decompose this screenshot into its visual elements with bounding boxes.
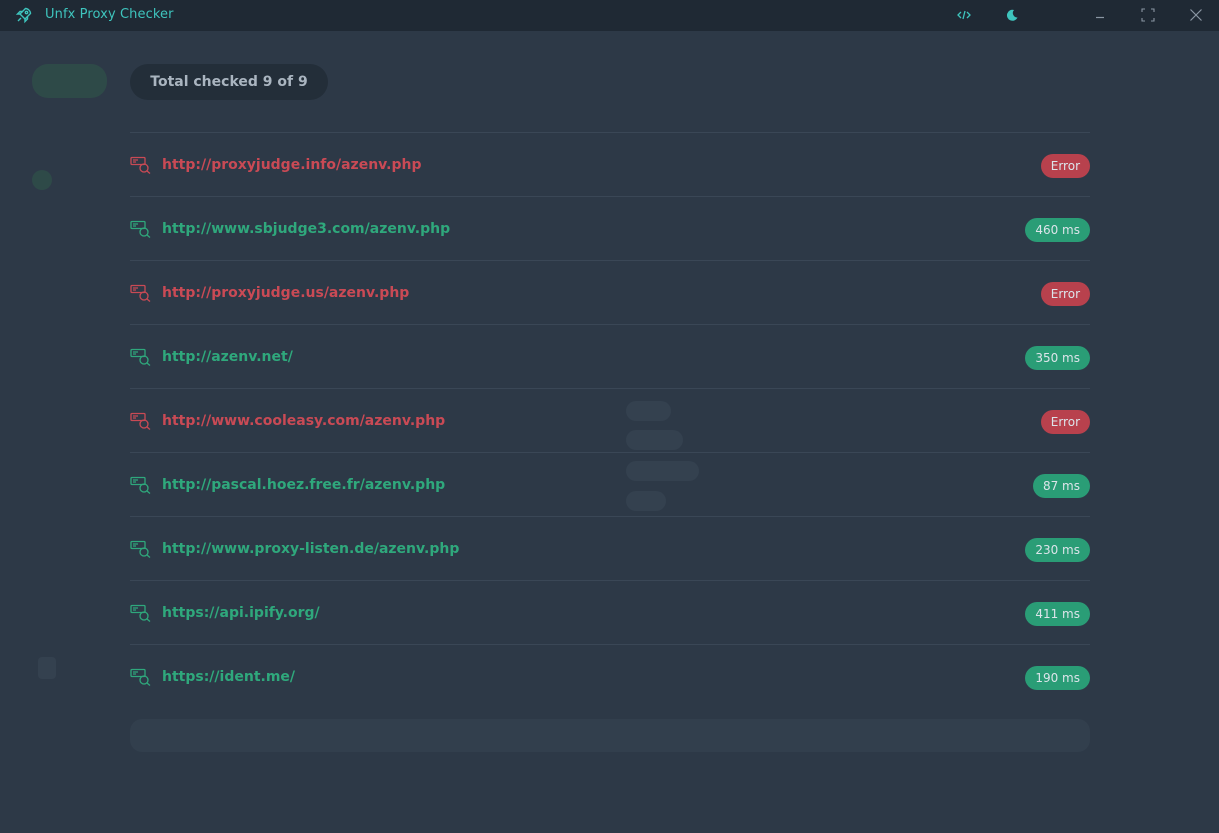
judge-status-badge: 87 ms [1032, 474, 1090, 498]
judge-row: http://proxyjudge.us/azenv.php Error [130, 260, 1090, 324]
judge-server-icon [130, 284, 152, 302]
judge-status-badge: 230 ms [1025, 538, 1090, 562]
judge-url: http://proxyjudge.us/azenv.php [162, 284, 410, 301]
code-icon[interactable] [953, 5, 975, 25]
rocket-icon [15, 6, 33, 24]
judge-row: http://proxyjudge.info/azenv.php Error [130, 132, 1090, 196]
judge-row: http://www.proxy-listen.de/azenv.php 230… [130, 516, 1090, 580]
maximize-icon[interactable] [1137, 5, 1159, 25]
judge-row: https://ident.me/ 190 ms [130, 644, 1090, 708]
title-bar: Unfx Proxy Checker [0, 0, 1219, 31]
judge-status-badge: 190 ms [1025, 666, 1090, 690]
judge-status-badge: 460 ms [1025, 218, 1090, 242]
judge-row: http://pascal.hoez.free.fr/azenv.php 87 … [130, 452, 1090, 516]
judge-status-badge: Error [1040, 282, 1090, 306]
judge-server-icon [130, 540, 152, 558]
judge-url: http://www.sbjudge3.com/azenv.php [162, 220, 451, 237]
judge-row: http://www.sbjudge3.com/azenv.php 460 ms [130, 196, 1090, 260]
judge-status-badge: Error [1040, 410, 1090, 434]
judge-server-icon [130, 668, 152, 686]
judge-server-icon [130, 348, 152, 366]
judge-server-icon [130, 412, 152, 430]
judge-status-badge: 411 ms [1025, 602, 1090, 626]
judge-row: http://www.cooleasy.com/azenv.php Error [130, 388, 1090, 452]
moon-icon[interactable] [1001, 5, 1023, 25]
judge-row: http://azenv.net/ 350 ms [130, 324, 1090, 388]
judge-list: http://proxyjudge.info/azenv.php Error h… [130, 132, 1090, 708]
judge-url: https://api.ipify.org/ [162, 604, 320, 621]
judge-server-icon [130, 156, 152, 174]
judge-url: http://pascal.hoez.free.fr/azenv.php [162, 476, 446, 493]
judge-server-icon [130, 220, 152, 238]
judge-url: http://proxyjudge.info/azenv.php [162, 156, 422, 173]
judge-url: http://www.cooleasy.com/azenv.php [162, 412, 446, 429]
judge-status-badge: 350 ms [1025, 346, 1090, 370]
judge-url: http://www.proxy-listen.de/azenv.php [162, 540, 460, 557]
judges-overlay: Total checked 9 of 9 http://proxyjudge.i… [0, 31, 1219, 833]
close-icon[interactable] [1185, 5, 1207, 25]
judge-server-icon [130, 476, 152, 494]
judge-status-badge: Error [1040, 154, 1090, 178]
judge-server-icon [130, 604, 152, 622]
judge-url: http://azenv.net/ [162, 348, 293, 365]
window-title: Unfx Proxy Checker [45, 7, 174, 22]
judge-url: https://ident.me/ [162, 668, 296, 685]
judge-row: https://api.ipify.org/ 411 ms [130, 580, 1090, 644]
total-checked-badge: Total checked 9 of 9 [130, 64, 328, 100]
minimize-icon[interactable] [1089, 5, 1111, 25]
